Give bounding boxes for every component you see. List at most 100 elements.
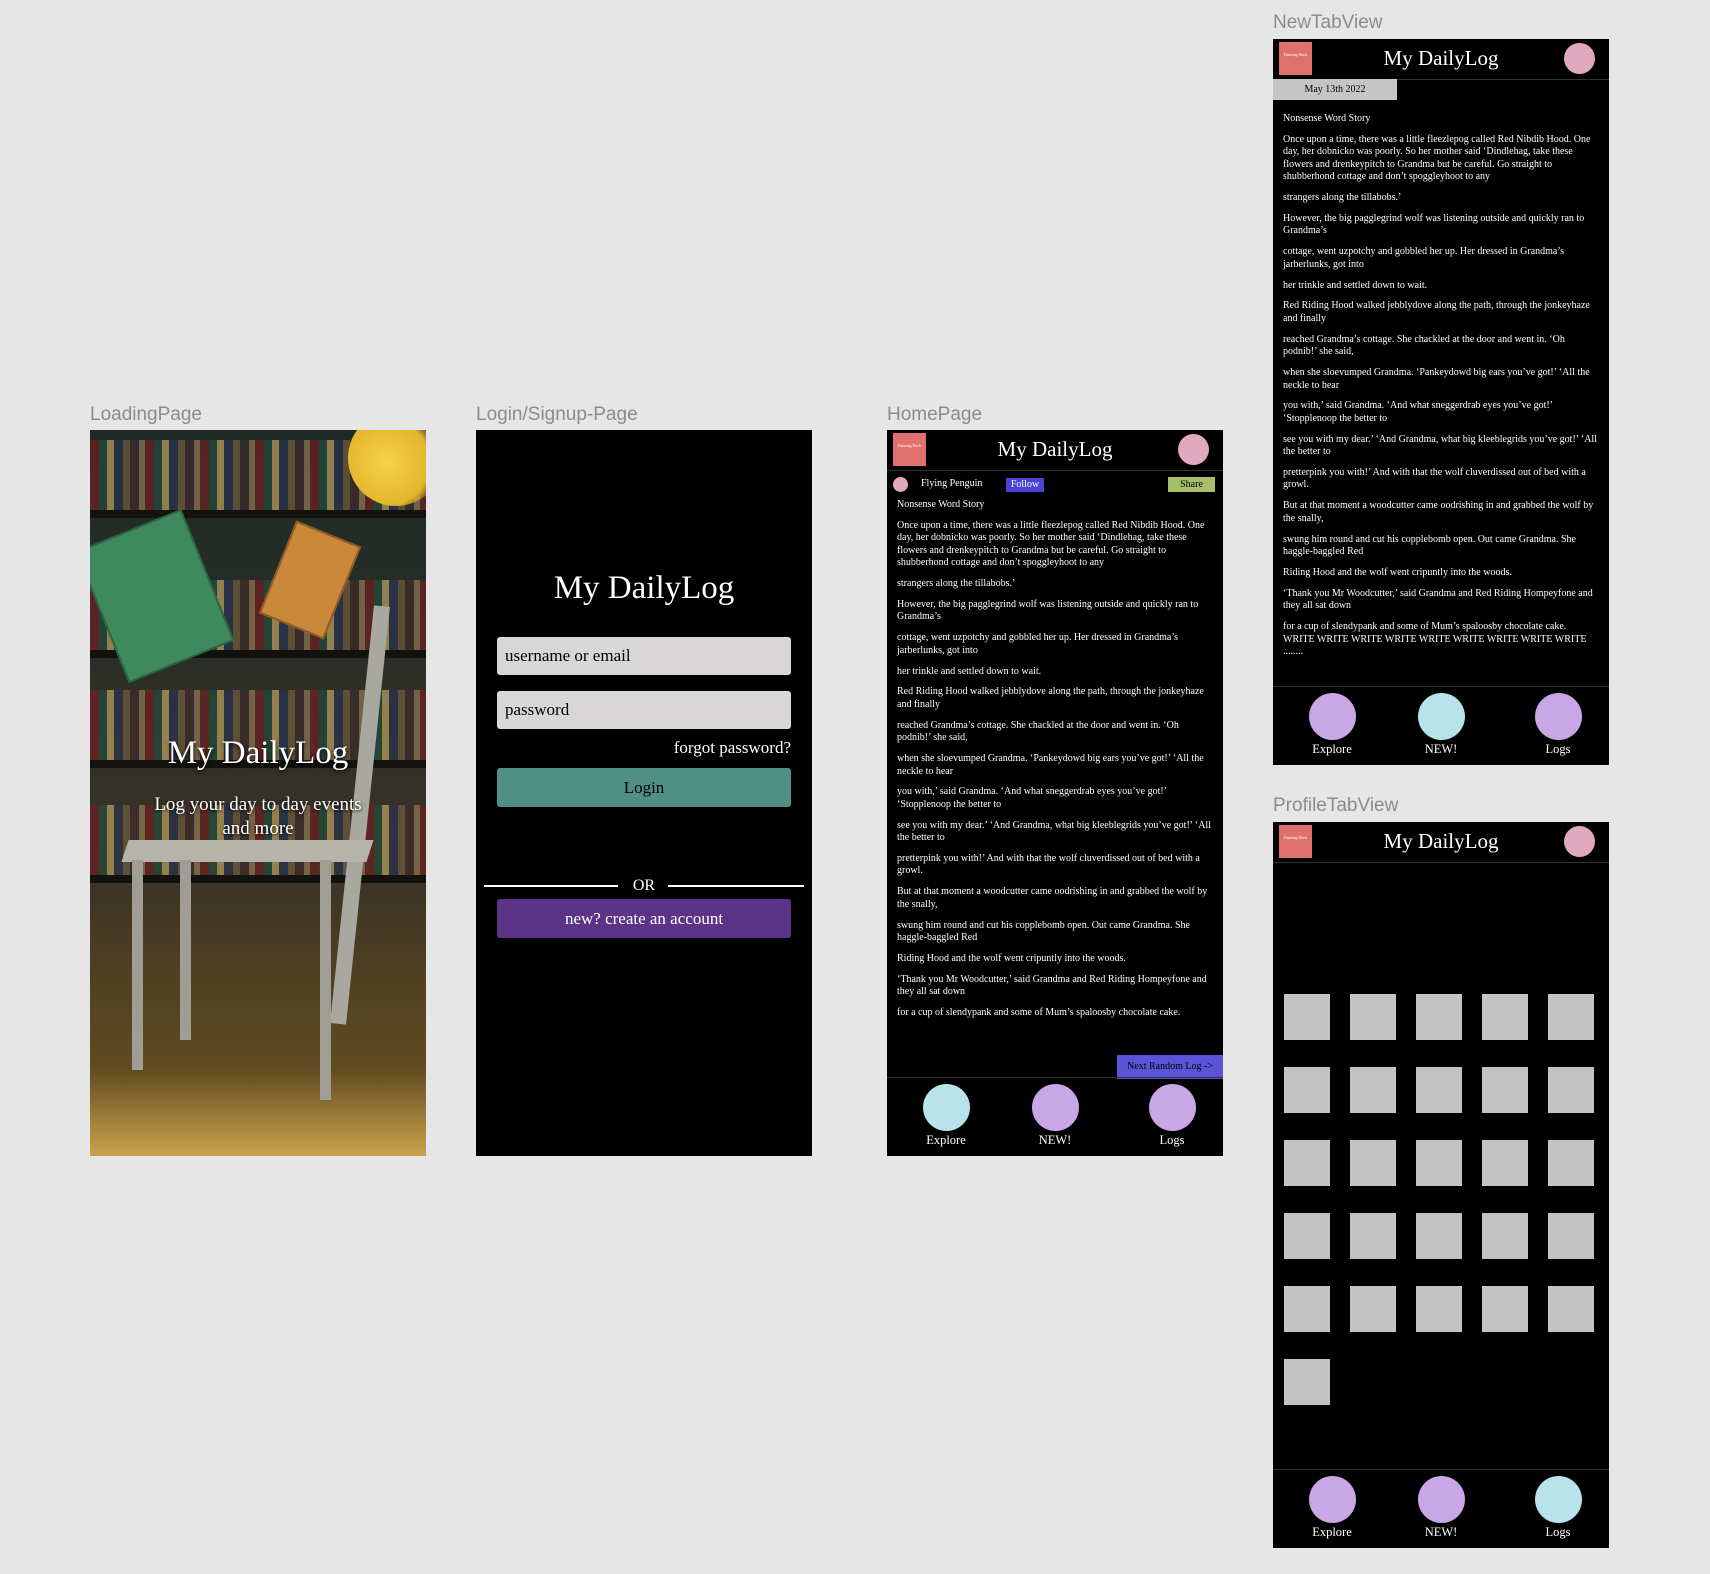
log-tile[interactable] bbox=[1350, 994, 1396, 1040]
follow-button[interactable]: Follow bbox=[1006, 478, 1044, 492]
app-title: My DailyLog bbox=[1383, 829, 1499, 853]
log-tile[interactable] bbox=[1284, 1067, 1330, 1113]
nav-new-button[interactable]: NEW! bbox=[1401, 693, 1481, 757]
log-tile[interactable] bbox=[1548, 1140, 1594, 1186]
story-paragraph: for a cup of slendypank and some of Mum’… bbox=[1283, 621, 1587, 657]
log-tile[interactable] bbox=[1548, 994, 1594, 1040]
loading-subtitle: Log your day to day events and more bbox=[154, 794, 362, 839]
profile-tab-view: Dancing Duck My DailyLog Explore NEW! Logs bbox=[1273, 822, 1609, 1548]
nav-label: Logs bbox=[1545, 1525, 1571, 1539]
nav-explore-button[interactable]: Explore bbox=[1292, 1476, 1372, 1540]
app-title: My DailyLog bbox=[1383, 46, 1499, 70]
story-editor[interactable]: Nonsense Word Story Once upon a time, th… bbox=[1283, 113, 1599, 667]
log-tile[interactable] bbox=[1416, 1140, 1462, 1186]
author-name[interactable]: Flying Penguin bbox=[921, 478, 982, 489]
nav-circle-icon bbox=[1417, 1476, 1465, 1523]
story-paragraph: you with,’ said Grandma. ‘And what snegg… bbox=[897, 786, 1167, 810]
frame-label-login: Login/Signup-Page bbox=[476, 404, 638, 425]
log-tile[interactable] bbox=[1284, 1140, 1330, 1186]
story-paragraph: pretterpink you with!’ And with that the… bbox=[897, 853, 1200, 877]
log-tile[interactable] bbox=[1548, 1286, 1594, 1332]
login-page: My DailyLog forgot password? Login OR ne… bbox=[476, 430, 812, 1156]
log-tile[interactable] bbox=[1482, 1067, 1528, 1113]
nav-circle-icon bbox=[1148, 1084, 1196, 1131]
log-tile[interactable] bbox=[1350, 1067, 1396, 1113]
nav-label: NEW! bbox=[1424, 742, 1458, 756]
nav-label: NEW! bbox=[1038, 1133, 1072, 1147]
login-title: My DailyLog bbox=[553, 570, 735, 606]
log-tile[interactable] bbox=[1482, 1286, 1528, 1332]
story-paragraph: strangers along the tillabobs.’ bbox=[1283, 192, 1402, 204]
date-tab[interactable]: May 13th 2022 bbox=[1273, 79, 1397, 100]
log-tile[interactable] bbox=[1284, 1286, 1330, 1332]
log-tile[interactable] bbox=[1284, 1359, 1330, 1405]
nav-circle-icon bbox=[1534, 693, 1582, 740]
chair-leg-image bbox=[180, 860, 191, 1040]
log-tile[interactable] bbox=[1482, 1140, 1528, 1186]
log-tile[interactable] bbox=[1284, 1213, 1330, 1259]
story-paragraph: see you with my dear.’ ‘And Grandma, wha… bbox=[1283, 433, 1597, 458]
author-avatar[interactable] bbox=[893, 477, 908, 492]
story-paragraph: her trinkle and settled down to wait. bbox=[1283, 279, 1428, 291]
log-tile[interactable] bbox=[1350, 1213, 1396, 1259]
story-paragraph: her trinkle and settled down to wait. bbox=[897, 665, 1042, 677]
nav-label: Logs bbox=[1545, 742, 1571, 756]
background-shelf bbox=[90, 510, 426, 518]
log-tile[interactable] bbox=[1284, 994, 1330, 1040]
story-paragraph: when she sloevumped Grandma. ‘Pankeydowd… bbox=[897, 753, 1204, 777]
nav-logs-button[interactable]: Logs bbox=[1132, 1084, 1212, 1148]
story-paragraph: Riding Hood and the wolf went cripuntly … bbox=[897, 952, 1126, 964]
story-paragraph: But at that moment a woodcutter came ood… bbox=[897, 886, 1208, 910]
profile-avatar[interactable] bbox=[1564, 43, 1595, 74]
profile-avatar[interactable] bbox=[1564, 826, 1595, 857]
password-input[interactable] bbox=[497, 691, 791, 729]
nav-new-button[interactable]: NEW! bbox=[1401, 1476, 1481, 1540]
story-title: Nonsense Word Story bbox=[897, 499, 985, 510]
bottom-nav: Explore NEW! Logs bbox=[1273, 686, 1609, 765]
log-tile[interactable] bbox=[1416, 1067, 1462, 1113]
story-paragraph: cottage, went uzpotchy and gobbled her u… bbox=[897, 632, 1179, 656]
nav-circle-icon bbox=[1417, 693, 1465, 740]
app-header: Dancing Duck My DailyLog bbox=[887, 430, 1223, 471]
frame-label-profile: ProfileTabView bbox=[1273, 795, 1399, 816]
nav-circle-icon bbox=[1308, 1476, 1356, 1523]
story-title: Nonsense Word Story bbox=[1283, 113, 1371, 124]
log-tile[interactable] bbox=[1416, 1286, 1462, 1332]
log-tile[interactable] bbox=[1350, 1140, 1396, 1186]
author-row: Flying Penguin Follow Share bbox=[887, 475, 1223, 495]
story-paragraph: ‘Thank you Mr Woodcutter,’ said Grandma … bbox=[1283, 587, 1593, 612]
log-tile[interactable] bbox=[1416, 1213, 1462, 1259]
story-paragraph: strangers along the tillabobs.’ bbox=[897, 578, 1016, 590]
nav-new-button[interactable]: NEW! bbox=[1015, 1084, 1095, 1148]
chair-leg-image bbox=[320, 860, 331, 1100]
new-tab-view: Dancing Duck My DailyLog May 13th 2022 N… bbox=[1273, 39, 1609, 765]
nav-explore-button[interactable]: Explore bbox=[906, 1084, 986, 1148]
frame-label-newtab: NewTabView bbox=[1273, 12, 1383, 33]
nav-explore-button[interactable]: Explore bbox=[1292, 693, 1372, 757]
nav-logs-button[interactable]: Logs bbox=[1518, 1476, 1598, 1540]
bottom-nav: Explore NEW! Logs bbox=[1273, 1469, 1609, 1548]
log-tile[interactable] bbox=[1350, 1286, 1396, 1332]
log-tile[interactable] bbox=[1482, 994, 1528, 1040]
share-button[interactable]: Share bbox=[1168, 477, 1215, 492]
story-paragraph: when she sloevumped Grandma. ‘Pankeydowd… bbox=[1283, 367, 1590, 391]
profile-avatar[interactable] bbox=[1178, 434, 1209, 465]
next-random-log-button[interactable]: Next Random Log -> bbox=[1117, 1055, 1223, 1079]
story-paragraph: you with,’ said Grandma. ‘And what snegg… bbox=[1283, 400, 1553, 424]
login-button[interactable]: Login bbox=[497, 768, 791, 807]
or-label: OR bbox=[632, 877, 656, 894]
story-paragraph: pretterpink you with!’ And with that the… bbox=[1283, 467, 1586, 491]
log-tile[interactable] bbox=[1416, 994, 1462, 1040]
log-tile[interactable] bbox=[1482, 1213, 1528, 1259]
story-paragraph: Once upon a time, there was a little fle… bbox=[897, 519, 1205, 569]
log-tile[interactable] bbox=[1548, 1067, 1594, 1113]
story-paragraph: However, the big pagglegrind wolf was li… bbox=[897, 598, 1199, 623]
story-paragraph: Red Riding Hood walked jebblydove along … bbox=[1283, 300, 1590, 324]
forgot-password-link[interactable]: forgot password? bbox=[674, 738, 791, 758]
create-account-button[interactable]: new? create an account bbox=[497, 899, 791, 938]
chair-leg-image bbox=[132, 860, 143, 1070]
username-input[interactable] bbox=[497, 637, 791, 675]
log-tile[interactable] bbox=[1548, 1213, 1594, 1259]
nav-logs-button[interactable]: Logs bbox=[1518, 693, 1598, 757]
story-paragraph: reached Grandma’s cottage. She chackled … bbox=[1283, 333, 1565, 358]
